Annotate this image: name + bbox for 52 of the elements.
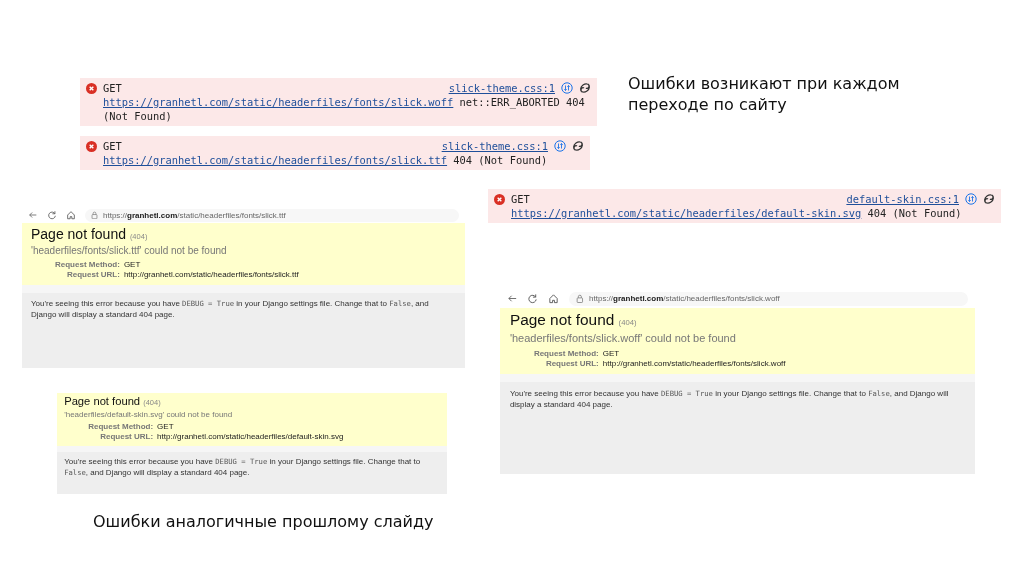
field-label: Request URL:: [99, 432, 154, 442]
error-subtitle: 'headerfiles/fonts/slick.woff' could not be found: [509, 332, 737, 345]
arrows-circle-icon[interactable]: [561, 82, 573, 94]
home-icon[interactable]: [66, 210, 76, 220]
request-url-link[interactable]: https://granhetl.com/static/headerfiles/default-skin.svg: [511, 207, 862, 219]
error-icon: [86, 83, 97, 94]
field-value: GET: [602, 348, 621, 358]
console-message: https://granhetl.com/static/headerfiles/fonts/slick.ttf 404 (Not Found): [103, 153, 549, 167]
field-value: http://granhetl.com/static/headerfiles/fonts/slick.woff: [602, 358, 786, 368]
slide-note: Ошибки аналогичные прошлому слайду: [93, 512, 435, 533]
field-value: http://granhetl.com/static/headerfiles/default-skin.svg: [157, 432, 344, 442]
field-label: Request Method:: [533, 348, 599, 358]
request-url-link[interactable]: https://granhetl.com/static/headerfiles/fonts/slick.ttf: [103, 154, 448, 166]
swirl-icon[interactable]: [983, 193, 995, 205]
arrows-circle-icon[interactable]: [554, 140, 566, 152]
page-title: Page not found: [509, 310, 615, 328]
slide-note: Ошибки возникают при каждом переходе по сайту: [628, 74, 901, 116]
error-icon: [494, 194, 505, 205]
request-url-link[interactable]: https://granhetl.com/static/headerfiles/fonts/slick.woff: [103, 96, 454, 108]
request-method: GET: [511, 192, 530, 206]
console-message: https://granhetl.com/static/headerfiles/fonts/slick.woff net::ERR_ABORTED 404 (Not Found): [103, 95, 586, 123]
swirl-icon[interactable]: [572, 140, 584, 152]
address-bar[interactable]: https://granhetl.com/static/headerfiles/fonts/slick.ttf: [85, 208, 459, 222]
arrows-circle-icon[interactable]: [965, 193, 977, 205]
error-subtitle: 'headerfiles/default-skin.svg' could not be found: [64, 409, 234, 419]
field-value: GET: [157, 421, 175, 431]
console-message: https://granhetl.com/static/headerfiles/default-skin.svg 404 (Not Found): [511, 206, 963, 220]
error-icon: [86, 141, 97, 152]
field-label: Request Method:: [55, 260, 120, 269]
field-label: Request URL:: [66, 270, 120, 280]
source-link[interactable]: slick-theme.css:1: [441, 139, 548, 153]
field-value: http://granhetl.com/static/headerfiles/fonts/slick.ttf: [123, 270, 299, 280]
home-icon[interactable]: [548, 293, 560, 305]
request-method: GET: [103, 81, 122, 95]
lock-icon: [575, 294, 584, 304]
reload-icon[interactable]: [527, 293, 539, 305]
lock-icon: [91, 210, 98, 220]
source-link[interactable]: default-skin.css:1: [846, 192, 959, 206]
field-label: Request URL:: [544, 358, 599, 368]
address-bar[interactable]: https://granhetl.com/static/headerfiles/fonts/slick.woff: [569, 291, 969, 306]
page-title: Page not found: [31, 226, 126, 242]
reload-icon[interactable]: [47, 210, 57, 220]
field-label: Request Method:: [88, 421, 154, 431]
error-subtitle: 'headerfiles/fonts/slick.ttf' could not be found: [31, 245, 228, 256]
back-icon[interactable]: [28, 210, 38, 220]
source-link[interactable]: slick-theme.css:1: [448, 81, 555, 95]
field-value: GET: [123, 260, 142, 269]
swirl-icon[interactable]: [579, 82, 591, 94]
page-title: Page not found: [64, 395, 141, 408]
address-text: https://granhetl.com/static/headerfiles/fonts/slick.ttf: [103, 210, 286, 220]
request-method: GET: [103, 139, 122, 153]
address-text: https://granhetl.com/static/headerfiles/fonts/slick.woff: [589, 294, 780, 304]
